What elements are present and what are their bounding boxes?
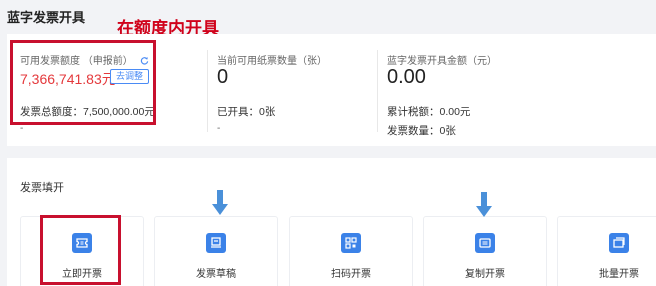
paper-ticket-panel: 当前可用纸票数量（张） 0 已开具：0张 - [207, 34, 377, 146]
batch-icon [609, 233, 629, 253]
available-quota-panel: 可用发票额度 （申报前） 7,366,741.83元 去调整 发票总额度：7,5… [7, 34, 207, 146]
invoice-draft-button[interactable]: 发票草稿 [154, 216, 278, 286]
issue-now-button[interactable]: 立即开票 [20, 216, 144, 286]
copy-issue-button[interactable]: 复制开票 [423, 216, 547, 286]
invoice-count-label: 发票数量： [387, 125, 440, 137]
blue-invoice-amount-panel: 蓝字发票开具金额（元） 0.00 累计税额：0.00元 发票数量：0张 [377, 34, 656, 146]
available-dash: - [20, 123, 24, 134]
copy-issue-label: 复制开票 [465, 269, 505, 280]
scan-issue-button[interactable]: 扫码开票 [289, 216, 413, 286]
invoice-amount-label: 蓝字发票开具金额（元） [387, 56, 497, 67]
ticket-icon [72, 233, 92, 253]
down-arrow-icon [476, 192, 492, 217]
batch-issue-button[interactable]: 批量开票 [557, 216, 656, 286]
invoice-fill-card: 发票填开 立即开票 发票草稿 扫码开票 复制开票 批量开票 [7, 158, 656, 286]
batch-issue-label: 批量开票 [599, 269, 639, 280]
issue-now-label: 立即开票 [62, 269, 102, 280]
page-title: 蓝字发票开具 [7, 10, 86, 25]
paper-ticket-label: 当前可用纸票数量（张） [217, 56, 327, 67]
stats-card: 可用发票额度 （申报前） 7,366,741.83元 去调整 发票总额度：7,5… [7, 34, 656, 146]
fill-section-title: 发票填开 [20, 182, 64, 194]
tax-label: 累计税额： [387, 106, 440, 118]
invoice-draft-label: 发票草稿 [196, 269, 236, 280]
issued-label: 已开具： [217, 106, 259, 118]
total-quota-label: 发票总额度： [20, 106, 83, 118]
total-quota-value: 7,500,000.00元 [83, 106, 155, 118]
refresh-icon[interactable] [140, 56, 149, 65]
tax-value: 0.00元 [439, 106, 471, 118]
available-quota-label: 可用发票额度 （申报前） [20, 56, 133, 67]
qrcode-icon [341, 233, 361, 253]
available-quota-value: 7,366,741.83元 [20, 71, 116, 87]
down-arrow-icon [212, 190, 228, 215]
adjust-quota-button[interactable]: 去调整 [110, 69, 150, 84]
invoice-count-value: 0张 [439, 125, 456, 137]
paper-ticket-value: 0 [217, 66, 229, 88]
draft-icon [206, 233, 226, 253]
copy-icon [475, 233, 495, 253]
available-quota-label-wrap: 可用发票额度 （申报前） [20, 52, 149, 67]
issued-value: 0张 [259, 106, 276, 118]
invoice-amount-value: 0.00 [387, 66, 426, 88]
paper-dash: - [217, 123, 221, 134]
scan-issue-label: 扫码开票 [331, 269, 371, 280]
